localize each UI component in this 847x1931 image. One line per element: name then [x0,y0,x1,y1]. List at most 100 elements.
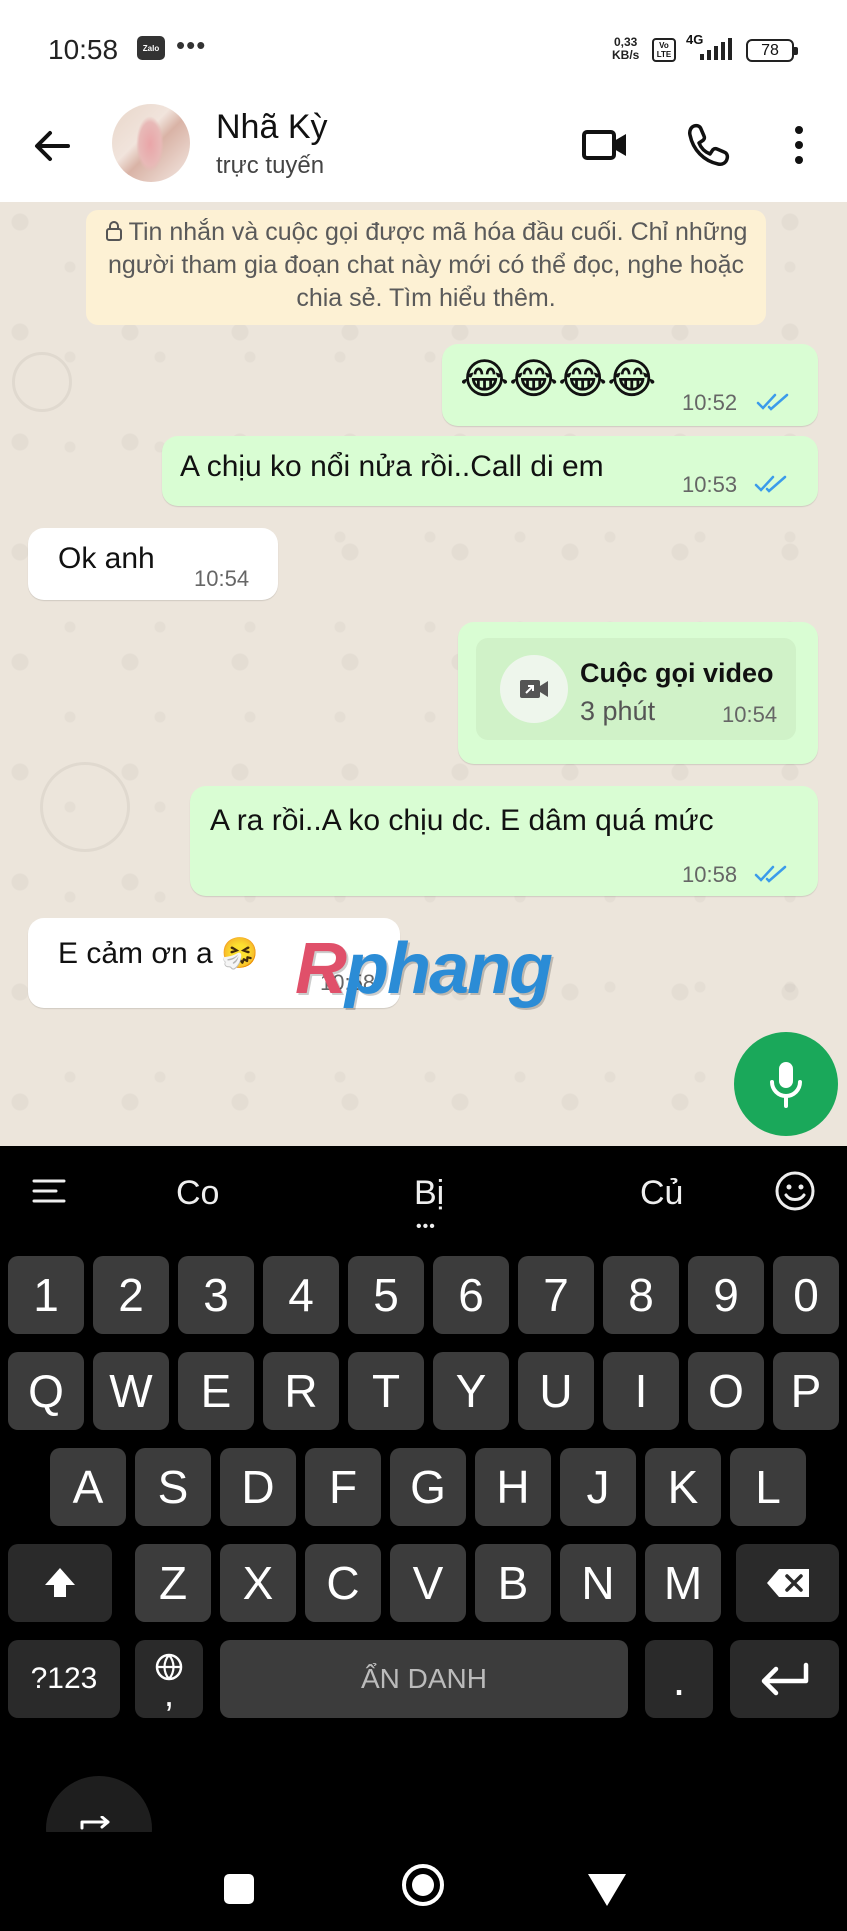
voice-message-button[interactable] [734,1032,838,1136]
network-speed: 0,33 KB/s [612,35,640,62]
language-comma-key[interactable]: , [135,1640,203,1718]
key-t[interactable]: T [348,1352,424,1430]
emoji-icon[interactable] [774,1170,816,1212]
more-options-icon[interactable] [778,120,820,170]
enter-key[interactable] [730,1640,839,1718]
key-d[interactable]: D [220,1448,296,1526]
suggestion-2[interactable]: Bị [414,1174,444,1213]
key-r[interactable]: R [263,1352,339,1430]
key-m[interactable]: M [645,1544,721,1622]
key-8[interactable]: 8 [603,1256,679,1334]
key-l[interactable]: L [730,1448,806,1526]
message-time: 10:54 [722,702,778,727]
key-7[interactable]: 7 [518,1256,594,1334]
key-9[interactable]: 9 [688,1256,764,1334]
key-k[interactable]: K [645,1448,721,1526]
back-triangle-icon[interactable] [586,1872,628,1908]
call-title: Cuộc gọi video [580,658,774,688]
message-text: A ra rồi..A ko chịu dc. E dâm quá mức [210,804,714,837]
keyboard-menu-icon[interactable] [32,1176,68,1206]
background-doodle [12,352,72,412]
backspace-icon [766,1569,809,1597]
key-a[interactable]: A [50,1448,126,1526]
shift-key[interactable] [8,1544,112,1622]
message-time: 10:53 [682,472,738,497]
video-camera-icon [520,680,548,698]
key-2[interactable]: 2 [93,1256,169,1334]
key-1[interactable]: 1 [8,1256,84,1334]
chat-header: Nhã Kỳ trực tuyến [0,100,847,202]
key-4[interactable]: 4 [263,1256,339,1334]
key-x[interactable]: X [220,1544,296,1622]
suggestion-1[interactable]: Co [176,1174,219,1213]
shift-icon [45,1568,75,1597]
message-time: 10:54 [194,566,250,591]
message-time: 10:58 [682,862,738,887]
enter-icon [761,1662,808,1696]
key-j[interactable]: J [560,1448,636,1526]
key-h[interactable]: H [475,1448,551,1526]
recent-apps-button[interactable] [224,1874,254,1904]
read-ticks-icon [756,393,789,411]
battery-icon: 78 [746,39,798,62]
message-bubble-outgoing[interactable]: 😂😂😂😂 10:52 [442,344,818,426]
call-log-bubble[interactable]: Cuộc gọi video 3 phút 10:54 [458,622,818,764]
back-arrow-icon[interactable] [28,122,76,170]
key-z[interactable]: Z [135,1544,211,1622]
key-g[interactable]: G [390,1448,466,1526]
contact-status: trực tuyến [216,152,325,179]
message-bubble-incoming[interactable]: Ok anh 10:54 [28,528,278,600]
key-s[interactable]: S [135,1448,211,1526]
status-time: 10:58 [48,34,119,65]
system-navigation-bar [0,1832,847,1931]
read-ticks-icon [754,865,787,883]
encryption-notice-text: Tin nhắn và cuộc gọi được mã hóa đầu cuố… [107,218,748,312]
status-bar: 10:58 Zalo ••• 0,33 KB/s Vo LTE 4G 78 [0,0,847,100]
lock-icon [105,221,122,241]
phone-call-icon[interactable] [684,120,734,170]
call-duration: 3 phút [580,696,656,726]
key-o[interactable]: O [688,1352,764,1430]
contact-avatar[interactable] [112,104,190,182]
key-3[interactable]: 3 [178,1256,254,1334]
key-q[interactable]: Q [8,1352,84,1430]
chat-messages-area[interactable]: Tin nhắn và cuộc gọi được mã hóa đầu cuố… [0,202,847,1146]
message-bubble-outgoing[interactable]: A chịu ko nổi nửa rồi..Call di em 10:53 [162,436,818,506]
key-u[interactable]: U [518,1352,594,1430]
key-f[interactable]: F [305,1448,381,1526]
contact-name[interactable]: Nhã Kỳ [216,108,328,147]
message-time: 10:52 [682,390,738,415]
watermark-logo: Rphang [295,929,553,1009]
key-n[interactable]: N [560,1544,636,1622]
video-call-icon[interactable] [580,120,630,170]
key-c[interactable]: C [305,1544,381,1622]
key-p[interactable]: P [773,1352,839,1430]
encryption-notice[interactable]: Tin nhắn và cuộc gọi được mã hóa đầu cuố… [86,210,766,325]
suggestion-3[interactable]: Củ [640,1174,683,1213]
home-button[interactable] [400,1862,446,1908]
key-5[interactable]: 5 [348,1256,424,1334]
message-text: Ok anh [58,542,155,575]
message-text: A chịu ko nổi nửa rồi..Call di em [180,450,604,483]
suggestion-bar: Co Bị ••• Củ [0,1146,847,1242]
video-call-card[interactable]: Cuộc gọi video 3 phút 10:54 [476,638,796,740]
key-v[interactable]: V [390,1544,466,1622]
period-key[interactable]: . [645,1640,713,1718]
key-y[interactable]: Y [433,1352,509,1430]
backspace-key[interactable] [736,1544,839,1622]
key-e[interactable]: E [178,1352,254,1430]
space-key[interactable]: ẨN DANH [220,1640,628,1718]
message-bubble-outgoing[interactable]: A ra rồi..A ko chịu dc. E dâm quá mức 10… [190,786,818,896]
microphone-icon [770,1062,802,1108]
key-0[interactable]: 0 [773,1256,839,1334]
key-i[interactable]: I [603,1352,679,1430]
message-text: 😂😂😂😂 [460,355,657,402]
more-notifications-icon: ••• [176,30,207,60]
key-b[interactable]: B [475,1544,551,1622]
more-suggestions-icon[interactable]: ••• [416,1219,436,1235]
call-icon-circle [500,655,568,723]
symbols-key[interactable]: ?123 [8,1640,120,1718]
background-doodle [40,762,130,852]
key-6[interactable]: 6 [433,1256,509,1334]
key-w[interactable]: W [93,1352,169,1430]
